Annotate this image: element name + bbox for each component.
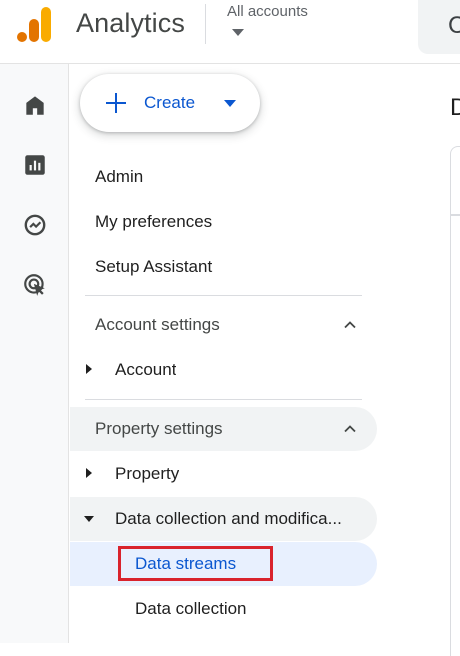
admin-nav-panel: Create Admin My preferences Setup Assist… bbox=[70, 64, 460, 656]
divider bbox=[205, 4, 206, 44]
tree-item-label: Account bbox=[115, 360, 177, 379]
property-settings-header[interactable]: Property settings bbox=[70, 407, 377, 451]
tree-item-account[interactable]: Account bbox=[70, 348, 377, 392]
create-dropdown-caret-icon bbox=[224, 100, 236, 107]
tree-item-label: Property bbox=[115, 464, 180, 483]
tree-item-data-collection-and-modification[interactable]: Data collection and modifica... bbox=[70, 497, 377, 541]
navigation-rail bbox=[0, 64, 69, 643]
collapse-arrow-icon bbox=[84, 516, 94, 522]
account-settings-header[interactable]: Account settings bbox=[70, 303, 377, 347]
chevron-up-icon bbox=[344, 321, 356, 329]
search-box[interactable]: C bbox=[418, 0, 460, 54]
create-button[interactable]: Create bbox=[80, 74, 260, 132]
nav-item-label: Data collection bbox=[135, 599, 247, 618]
content-card bbox=[450, 146, 460, 216]
content-card bbox=[450, 216, 460, 656]
create-button-label: Create bbox=[144, 93, 196, 112]
nav-item-data-streams[interactable]: Data streams bbox=[70, 542, 377, 586]
home-icon[interactable] bbox=[22, 92, 48, 118]
explore-icon[interactable] bbox=[22, 212, 48, 238]
property-settings-label: Property settings bbox=[95, 419, 223, 438]
analytics-logo-icon[interactable] bbox=[17, 5, 53, 43]
expand-arrow-icon bbox=[86, 468, 92, 478]
tree-item-label: Data collection and modifica... bbox=[115, 509, 342, 528]
account-selector-caret-icon[interactable] bbox=[232, 29, 244, 36]
page-heading: D bbox=[450, 94, 460, 121]
reports-icon[interactable] bbox=[22, 152, 48, 178]
tree-item-property[interactable]: Property bbox=[70, 452, 377, 496]
chevron-up-icon bbox=[344, 425, 356, 433]
account-settings-label: Account settings bbox=[95, 315, 220, 334]
search-box-glyph: C bbox=[448, 12, 460, 39]
menu-item-admin[interactable]: Admin bbox=[95, 167, 143, 187]
expand-arrow-icon bbox=[86, 364, 92, 374]
menu-item-my-preferences[interactable]: My preferences bbox=[95, 212, 212, 232]
top-app-bar: Analytics All accounts C bbox=[0, 0, 460, 64]
divider bbox=[450, 214, 460, 215]
menu-item-setup-assistant[interactable]: Setup Assistant bbox=[95, 257, 212, 277]
divider bbox=[85, 295, 362, 296]
account-selector-label[interactable]: All accounts bbox=[227, 3, 308, 20]
highlight-box bbox=[118, 546, 273, 581]
nav-item-data-collection[interactable]: Data collection bbox=[70, 587, 377, 631]
divider bbox=[85, 399, 362, 400]
plus-icon bbox=[106, 93, 126, 113]
advertising-icon[interactable] bbox=[22, 272, 48, 298]
app-title: Analytics bbox=[76, 8, 185, 38]
